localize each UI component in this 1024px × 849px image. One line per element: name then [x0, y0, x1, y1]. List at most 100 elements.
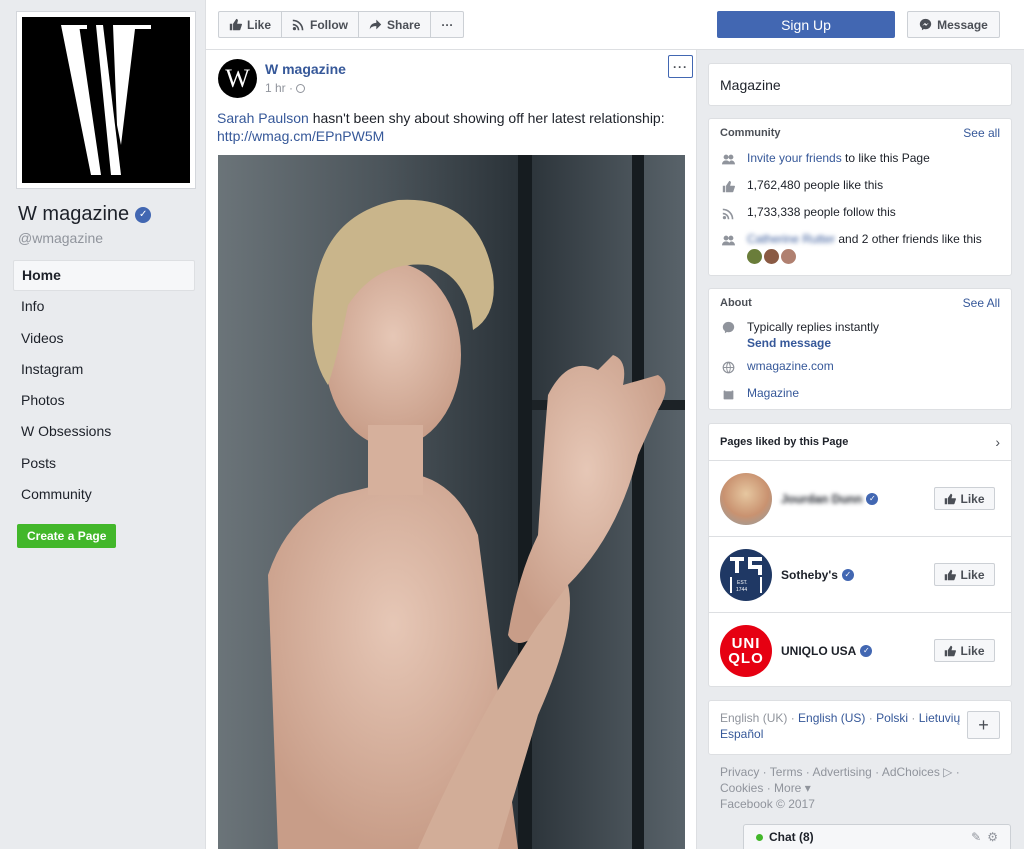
community-see-all-link[interactable]: See all	[963, 126, 1000, 140]
thumbs-up-icon	[945, 645, 957, 656]
friends-rest-text: and 2 other friends like this	[835, 232, 982, 246]
w-logo-icon	[61, 25, 151, 175]
post-text: Sarah Paulson hasn't been shy about show…	[217, 109, 687, 145]
right-sidebar: Magazine Community See all Invite your f…	[697, 50, 1024, 849]
invite-row: Invite your friends to like this Page	[709, 151, 1011, 178]
sign-up-button[interactable]: Sign Up	[717, 11, 895, 38]
like-label: Like	[960, 643, 985, 658]
sothebys-logo-icon: EST. 1744	[730, 556, 762, 593]
follows-row: 1,733,338 people follow this	[709, 205, 1011, 232]
website-link[interactable]: wmagazine.com	[747, 359, 834, 373]
liked-page-name[interactable]: Sotheby's ✓	[781, 568, 854, 582]
post-author-avatar[interactable]: W	[218, 59, 257, 98]
language-list: English (UK) · English (US) · Polski · L…	[720, 711, 961, 741]
mention-link[interactable]: Sarah Paulson	[217, 110, 309, 126]
sothebys-logo[interactable]: EST. 1744	[720, 548, 772, 601]
like-page-button[interactable]: Like	[219, 12, 283, 37]
like-page-button[interactable]: Like	[934, 639, 995, 662]
like-page-button[interactable]: Like	[934, 563, 995, 586]
w-logo	[22, 17, 190, 183]
nav-item-videos[interactable]: Videos	[13, 323, 195, 354]
more-dots-icon: ···	[441, 17, 454, 32]
community-header: Community See all	[709, 119, 1011, 147]
invite-rest-text: to like this Page	[841, 151, 930, 165]
page-handle: @wmagazine	[18, 230, 104, 246]
friends-like-row: Catherine Rutter and 2 other friends lik…	[709, 232, 1011, 272]
post-options-button[interactable]: ···	[668, 55, 693, 78]
nav-item-community[interactable]: Community	[13, 479, 195, 510]
page-title: W magazine ✓	[18, 203, 152, 226]
rss-icon	[720, 205, 736, 221]
rss-icon	[292, 19, 304, 31]
post-photo[interactable]	[218, 155, 685, 849]
liked-page-name[interactable]: Jourdan Dunn ✓	[781, 492, 879, 506]
nav-item-w-obsessions[interactable]: W Obsessions	[13, 416, 195, 447]
liked-page-item: Jourdan Dunn ✓ Like	[709, 460, 1011, 536]
about-header: About See All	[709, 289, 1011, 317]
add-language-button[interactable]: +	[967, 711, 1000, 739]
uniqlo-logo-top: UNI	[731, 634, 761, 652]
nav-item-posts[interactable]: Posts	[13, 448, 195, 479]
page-actions: Like Follow Share ···	[218, 11, 465, 38]
liked-page-name[interactable]: UNIQLO USA ✓	[781, 644, 873, 658]
language-card: English (UK) · English (US) · Polski · L…	[708, 700, 1012, 755]
community-card: Community See all Invite your friends to…	[708, 118, 1012, 276]
post-author-name[interactable]: W magazine	[265, 61, 346, 77]
profile-picture[interactable]	[16, 11, 196, 189]
avatar-letter: W	[225, 63, 250, 93]
online-dot-icon	[756, 833, 763, 841]
liked-page-avatar[interactable]	[720, 472, 772, 525]
invite-friends-link[interactable]: Invite your friends	[747, 151, 842, 165]
language-link[interactable]: Lietuvių	[919, 711, 960, 725]
chat-bar[interactable]: Chat (8) ✎ ⚙	[743, 824, 1011, 849]
follow-page-button[interactable]: Follow	[282, 12, 360, 37]
verified-badge-icon: ✓	[135, 206, 152, 223]
nav-item-photos[interactable]: Photos	[13, 385, 195, 416]
friend-name-link[interactable]: Catherine Rutter	[747, 232, 835, 246]
like-label: Like	[960, 491, 985, 506]
message-label: Message	[937, 17, 988, 32]
left-sidebar: W magazine ✓ @wmagazine Home Info Videos…	[0, 0, 206, 849]
thumbs-up-icon	[945, 569, 957, 580]
footer-line-2[interactable]: Cookies · More ▾	[720, 780, 960, 796]
create-page-button[interactable]: Create a Page	[17, 524, 117, 548]
likes-row: 1,762,480 people like this	[709, 178, 1011, 205]
messenger-icon	[919, 18, 932, 31]
post-url-link[interactable]: http://wmag.cm/EPnPW5M	[217, 128, 384, 144]
friend-avatar[interactable]	[747, 249, 762, 264]
language-link[interactable]: Español	[720, 727, 763, 741]
like-page-button[interactable]: Like	[934, 487, 995, 510]
gear-icon[interactable]: ⚙	[987, 830, 998, 844]
about-category-link[interactable]: Magazine	[747, 386, 799, 400]
uniqlo-logo[interactable]: UNI QLO	[720, 624, 772, 677]
nav-item-info[interactable]: Info	[13, 291, 195, 322]
liked-page-item: EST. 1744 Sotheby's ✓ Like	[709, 536, 1011, 612]
verified-badge-icon: ✓	[860, 644, 873, 657]
about-title: About	[720, 297, 752, 309]
nav-item-instagram[interactable]: Instagram	[13, 354, 195, 385]
about-see-all-link[interactable]: See All	[963, 296, 1000, 310]
category-tag-icon	[720, 386, 736, 402]
more-actions-button[interactable]: ···	[431, 12, 463, 37]
friend-avatar[interactable]	[781, 249, 796, 264]
nav-item-home[interactable]: Home	[13, 260, 195, 292]
page-nav: Home Info Videos Instagram Photos W Obse…	[13, 260, 195, 510]
footer-line-1[interactable]: Privacy · Terms · Advertising · AdChoice…	[720, 764, 960, 780]
post-timestamp[interactable]: 1 hr ·	[265, 81, 306, 95]
language-link[interactable]: Polski	[876, 711, 908, 725]
about-card: About See All Typically replies instantl…	[708, 288, 1012, 410]
compose-icon[interactable]: ✎	[971, 830, 981, 844]
likes-count-text: 1,762,480 people like this	[747, 178, 884, 192]
post-body-text: hasn't been shy about showing off her la…	[308, 110, 665, 126]
globe-icon	[720, 359, 736, 375]
pages-liked-card: Pages liked by this Page › Jourdan Dunn ✓…	[708, 423, 1012, 687]
pages-liked-header: Pages liked by this Page ›	[709, 424, 1011, 460]
chevron-right-icon[interactable]: ›	[995, 434, 1000, 450]
category-label[interactable]: Magazine	[709, 64, 1011, 105]
friend-avatar[interactable]	[764, 249, 779, 264]
send-message-link[interactable]: Send message	[747, 335, 879, 351]
language-link[interactable]: English (US)	[798, 711, 865, 725]
share-page-button[interactable]: Share	[359, 12, 432, 37]
thumbs-up-icon	[945, 493, 957, 504]
message-button[interactable]: Message	[907, 11, 1000, 38]
